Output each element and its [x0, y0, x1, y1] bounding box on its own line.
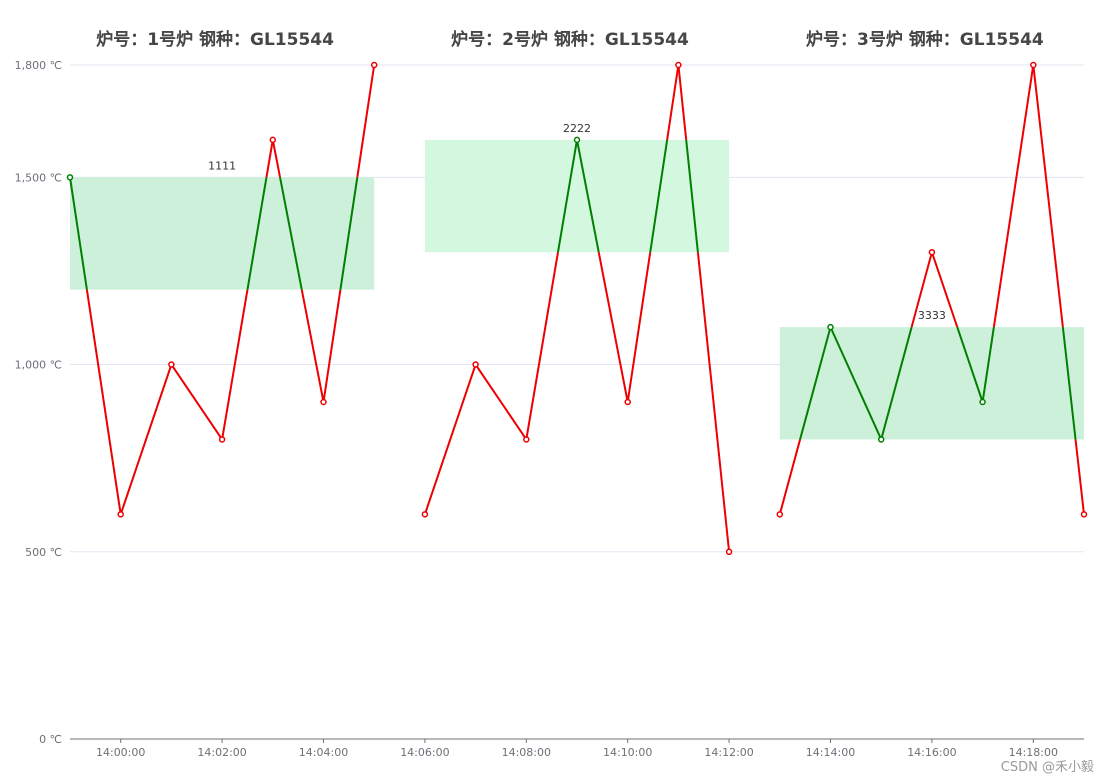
data-point — [776, 511, 784, 518]
series-line-segment — [300, 289, 325, 403]
data-point — [1080, 511, 1088, 518]
series-line-segment — [85, 289, 122, 515]
y-tick-label: 500 ℃ — [25, 546, 62, 559]
data-point — [1030, 61, 1037, 69]
data-point — [877, 436, 885, 443]
data-point — [117, 511, 124, 518]
band-label-2: 2222 — [563, 122, 591, 135]
data-point — [320, 398, 327, 406]
x-tick-label: 14:14:00 — [806, 746, 855, 759]
line-chart: 0 ℃ 500 ℃ 1,000 ℃ 1,500 ℃ 1,800 ℃ 14:00:00 14:… — [15, 29, 1088, 759]
series-line-segment — [597, 252, 629, 403]
target-band-1 — [70, 177, 375, 290]
target-band-2 — [424, 139, 730, 253]
x-tick-label: 14:12:00 — [704, 746, 753, 759]
series-line-segment — [677, 64, 688, 140]
data-point — [725, 548, 733, 556]
series-line-segment — [265, 139, 274, 178]
y-tick-label: 1,000 ℃ — [15, 359, 62, 372]
series-line-segment — [1032, 64, 1064, 328]
series-line-segment — [992, 64, 1035, 328]
segment-title-3: 炉号：3号炉 钢种：GL15544 — [806, 29, 1044, 50]
series-line-segment — [626, 252, 652, 403]
data-point — [624, 398, 631, 406]
data-point — [472, 361, 479, 368]
x-tick-label: 14:04:00 — [299, 746, 348, 759]
series-line-segment — [1074, 439, 1085, 515]
series-line-segment — [119, 364, 173, 515]
watermark: CSDN @禾小毅 — [1000, 760, 1094, 775]
data-point — [928, 248, 936, 256]
x-tick-label: 14:00:00 — [96, 746, 145, 759]
band-label-1: 1111 — [208, 159, 236, 172]
data-point — [370, 61, 378, 69]
x-tick-label: 14:10:00 — [603, 746, 652, 759]
y-tick-label: 0 ℃ — [39, 733, 62, 746]
series-line-segment — [322, 289, 342, 403]
data-point — [827, 323, 834, 331]
data-point — [168, 361, 175, 368]
series-line-segment — [666, 64, 680, 141]
x-tick-label: 14:02:00 — [197, 746, 246, 759]
series-line-segment — [271, 139, 282, 178]
series-line-segment — [423, 364, 477, 515]
series-line-segment — [696, 252, 731, 552]
series-line-segment — [356, 64, 376, 178]
series-line-segment — [525, 252, 559, 440]
series-line-segment — [778, 439, 802, 515]
data-point — [66, 174, 74, 181]
segment-title-2: 炉号：2号炉 钢种：GL15544 — [451, 29, 689, 50]
data-point — [523, 436, 530, 443]
x-tick-label: 14:16:00 — [907, 746, 956, 759]
data-point — [269, 136, 277, 144]
y-tick-label: 1,500 ℃ — [15, 171, 62, 184]
series-line-segment — [474, 363, 528, 441]
x-tick-label: 14:08:00 — [502, 746, 551, 759]
series-line-segment — [170, 363, 223, 441]
segment-title-1: 炉号：1号炉 钢种：GL15544 — [96, 29, 334, 50]
data-point — [979, 398, 986, 406]
y-tick-label: 1,800 ℃ — [15, 59, 62, 72]
data-point — [421, 511, 429, 518]
data-point — [218, 436, 226, 443]
x-tick-label: 14:06:00 — [400, 746, 449, 759]
data-point — [573, 136, 581, 144]
band-label-3: 3333 — [918, 309, 946, 322]
data-point — [675, 61, 682, 69]
